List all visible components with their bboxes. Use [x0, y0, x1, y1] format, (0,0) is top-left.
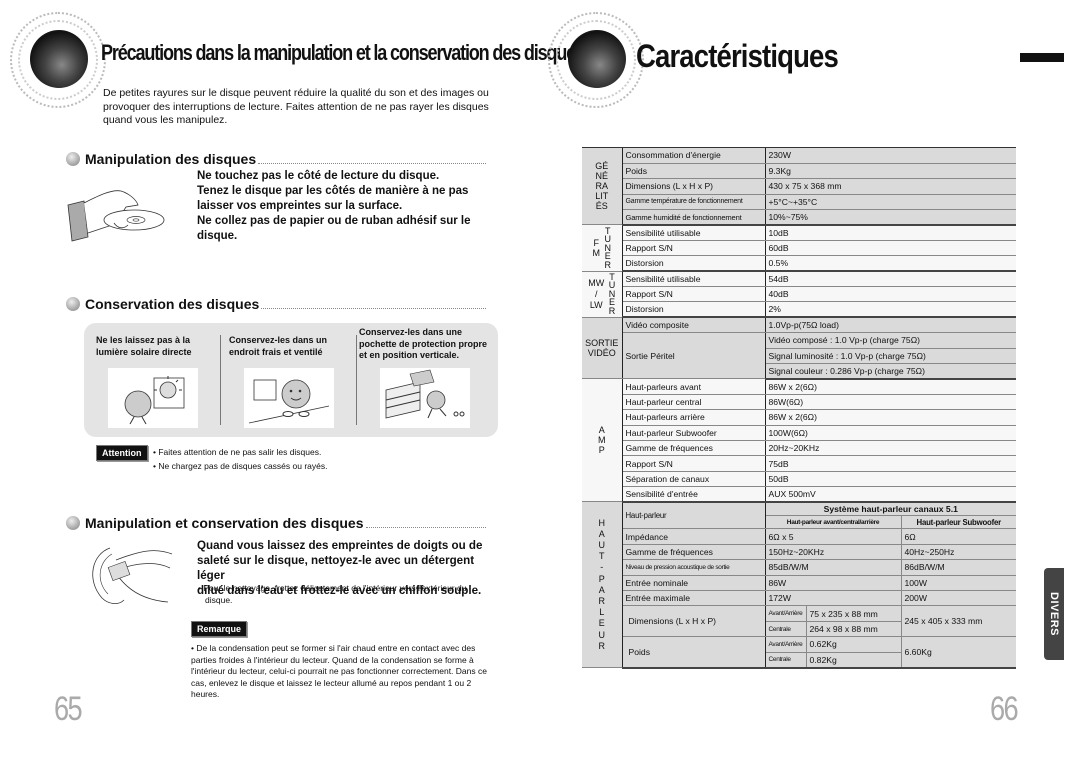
- table-row: Rapport S/N 40dB: [582, 286, 1016, 303]
- table-row: Dimensions (L x H x P) Avant/Arrière 75 …: [582, 605, 1016, 638]
- table-row: Impédance 6Ω x 5 6Ω: [582, 528, 1016, 545]
- table-row: Dimensions (L x H x P) 430 x 75 x 368 mm: [582, 178, 1016, 195]
- table-row: Rapport S/N 60dB: [582, 240, 1016, 257]
- specifications-table: GÉ NÉ RA LIT ÉS Consommation d'énergie 2…: [582, 148, 1016, 669]
- table-row: GÉ NÉ RA LIT ÉS Consommation d'énergie 2…: [582, 148, 1016, 226]
- leader-dots: [261, 299, 486, 309]
- table-row: MW / LW TUNER Sensibilité utilisable 54d…: [582, 271, 1016, 318]
- table-row: Haut-parleurs arrière 86W x 2(6Ω): [582, 409, 1016, 426]
- table-row: Sortie Péritel Vidéo composé : 1.0 Vp-p …: [582, 332, 1016, 380]
- table-row: Entrée maximale 172W 200W: [582, 590, 1016, 607]
- storage-tip-vertical: Conservez-les dans une pochette de prote…: [357, 323, 498, 437]
- table-row: Haut-parleur central 86W(6Ω): [582, 394, 1016, 411]
- group-amplifier: A M P: [582, 378, 623, 503]
- section-bullet-icon: [66, 516, 80, 530]
- section-storage-heading: Conservation des disques: [66, 295, 486, 313]
- table-row: Rapport S/N 75dB: [582, 455, 1016, 472]
- intro-paragraph: De petites rayures sur le disque peuvent…: [103, 87, 489, 126]
- cleaning-disc-illustration-icon: [92, 547, 173, 604]
- disc-decoration-icon: [548, 12, 644, 108]
- table-row: Gamme humidité de fonctionnement 10%~75%: [582, 209, 1016, 226]
- table-row: Poids Avant/Arrière 0.62Kg 6.60Kg: [582, 636, 1016, 669]
- attention-list: • Faites attention de ne pas salir les d…: [153, 445, 328, 473]
- right-page-title: Caractéristiques: [636, 38, 839, 74]
- hand-holding-disc-icon: [67, 190, 165, 242]
- divers-section-tab[interactable]: DIVERS: [1044, 568, 1064, 660]
- section-bullet-icon: [66, 297, 80, 311]
- disc-decoration-icon: [10, 12, 106, 108]
- table-row: Haut-parleur Subwoofer 100W(6Ω): [582, 425, 1016, 441]
- storage-tip-sunlight: Ne les laissez pas à la lumière solaire …: [84, 323, 219, 437]
- remark-text: • De la condensation peut se former si l…: [191, 643, 487, 700]
- left-page-title: Précautions dans la manipulation et la c…: [101, 40, 585, 65]
- group-mwlw-tuner: MW / LW TUNER: [582, 271, 623, 318]
- table-row: Gamme de fréquences 150Hz~20KHz 40Hz~250…: [582, 544, 1016, 561]
- table-row: H A U T - P A R L E U R Haut-parleur Sys…: [582, 501, 1016, 668]
- table-row: SORTIE VIDÉO Vidéo composite 1.0Vp-p(75Ω…: [582, 317, 1016, 380]
- table-row: Distorsion 2%: [582, 301, 1016, 319]
- table-row: FM TUNER Sensibilité utilisable 10dB: [582, 224, 1016, 272]
- sun-disc-illustration-icon: [108, 368, 198, 428]
- table-row: Entrée nominale 86W 100W: [582, 575, 1016, 592]
- remark-badge: Remarque: [191, 621, 248, 637]
- page-number-right: 66: [990, 690, 1019, 728]
- section-cleaning-heading: Manipulation et conservation des disques: [66, 514, 486, 532]
- table-row: A M P Haut-parleurs avant 86W x 2(6Ω): [582, 378, 1016, 503]
- group-fm-tuner: FM TUNER: [582, 224, 623, 272]
- group-video-output: SORTIE VIDÉO: [582, 317, 623, 380]
- attention-item: • Ne chargez pas de disques cassés ou ra…: [153, 461, 328, 471]
- cleaning-tip: • Pour le nettoyage, frottez délicatemen…: [198, 583, 467, 605]
- group-speakers: H A U T - P A R L E U R: [582, 501, 623, 668]
- group-general: GÉ NÉ RA LIT ÉS: [582, 148, 623, 226]
- section-handling-heading: Manipulation des disques: [66, 150, 486, 168]
- table-row: Poids 9.3Kg: [582, 163, 1016, 180]
- table-row: Niveau de pression acoustique de sortie …: [582, 559, 1016, 576]
- attention-item: • Faites attention de ne pas salir les d…: [153, 447, 322, 457]
- table-row: Séparation de canaux 50dB: [582, 471, 1016, 488]
- table-row: Gamme température de fonctionnement +5°C…: [582, 194, 1016, 211]
- attention-badge: Attention: [96, 445, 148, 461]
- handling-instructions: Ne touchez pas le côté de lecture du dis…: [197, 170, 471, 242]
- table-row: Sensibilité d'entrée AUX 500mV: [582, 486, 1016, 504]
- table-row: Gamme de fréquences 20Hz~20KHz: [582, 440, 1016, 457]
- storage-tip-cool-place: Conservez-les dans un endroit frais et v…: [221, 323, 356, 437]
- happy-disc-illustration-icon: [244, 368, 334, 428]
- storage-tips-panel: Ne les laissez pas à la lumière solaire …: [84, 323, 498, 437]
- page-number-left: 65: [54, 690, 83, 728]
- sleeve-disc-illustration-icon: [380, 368, 470, 428]
- leader-dots: [258, 154, 486, 164]
- table-row: Distorsion 0.5%: [582, 255, 1016, 273]
- leader-dots: [365, 518, 486, 528]
- title-bar-marker: [1020, 53, 1064, 62]
- section-bullet-icon: [66, 152, 80, 166]
